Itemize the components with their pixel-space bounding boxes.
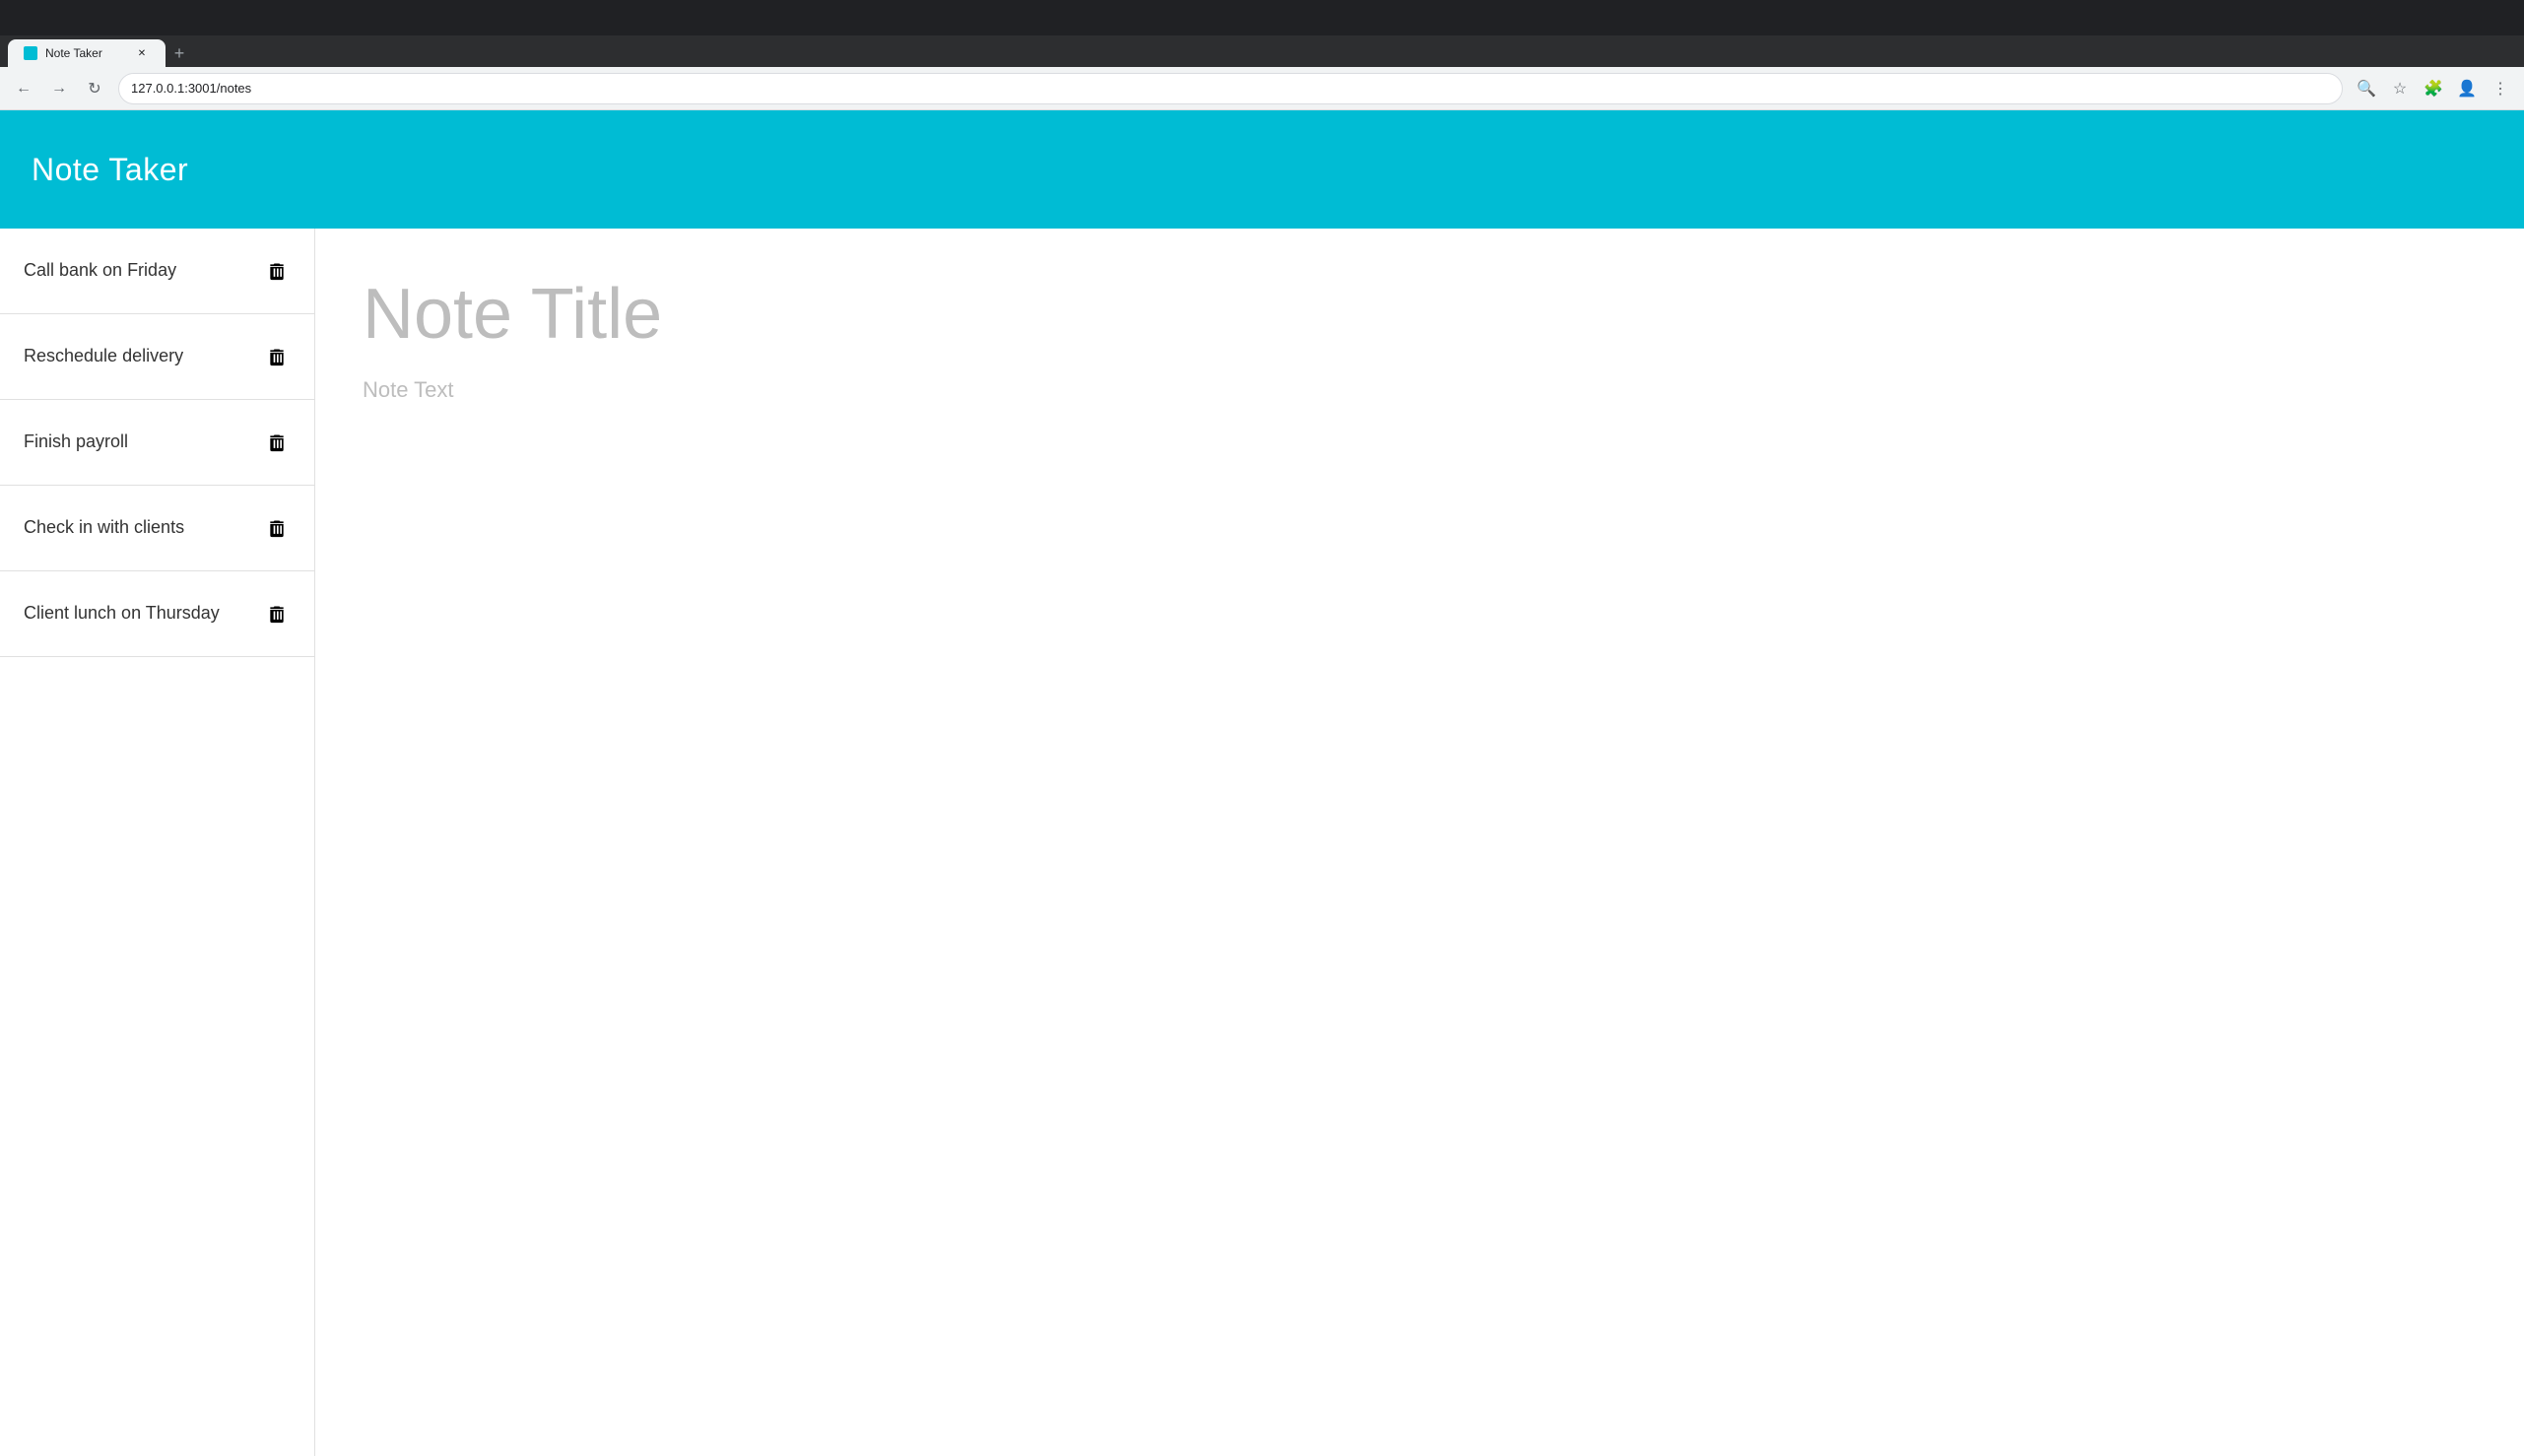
- delete-note-1-button[interactable]: [263, 256, 291, 286]
- reload-button[interactable]: ↻: [79, 73, 110, 104]
- profile-button[interactable]: 👤: [2451, 73, 2483, 104]
- browser-toolbar: ← → ↻ 127.0.0.1:3001/notes 🔍 ☆ 🧩 👤 ⋮: [0, 67, 2524, 110]
- note-title-1: Call bank on Friday: [24, 258, 263, 283]
- new-tab-button[interactable]: +: [166, 39, 193, 67]
- delete-note-3-button[interactable]: [263, 428, 291, 457]
- browser-chrome: [0, 0, 2524, 35]
- browser-tab-bar: Note Taker ✕ +: [0, 35, 2524, 67]
- trash-icon-2: [267, 346, 287, 367]
- delete-note-2-button[interactable]: [263, 342, 291, 371]
- notes-sidebar: Call bank on Friday Reschedule delivery …: [0, 229, 315, 1456]
- app-header: Note Taker: [0, 110, 2524, 229]
- toolbar-right: 🔍 ☆ 🧩 👤 ⋮: [2351, 73, 2516, 104]
- note-title-5: Client lunch on Thursday: [24, 601, 263, 626]
- trash-icon-5: [267, 603, 287, 625]
- active-tab[interactable]: Note Taker ✕: [8, 39, 166, 67]
- app-body: Call bank on Friday Reschedule delivery …: [0, 229, 2524, 1456]
- trash-icon-1: [267, 260, 287, 282]
- url-display: 127.0.0.1:3001/notes: [131, 81, 251, 96]
- trash-icon-3: [267, 431, 287, 453]
- note-title-2: Reschedule delivery: [24, 344, 263, 368]
- note-text-placeholder[interactable]: Note Text: [363, 377, 2477, 403]
- address-bar[interactable]: 127.0.0.1:3001/notes: [118, 73, 2343, 104]
- trash-icon-4: [267, 517, 287, 539]
- delete-note-5-button[interactable]: [263, 599, 291, 629]
- tab-favicon: [24, 46, 37, 60]
- back-button[interactable]: ←: [8, 73, 39, 104]
- note-item-2[interactable]: Reschedule delivery: [0, 314, 314, 400]
- note-item-1[interactable]: Call bank on Friday: [0, 229, 314, 314]
- tab-close-button[interactable]: ✕: [134, 45, 150, 61]
- forward-button[interactable]: →: [43, 73, 75, 104]
- extensions-button[interactable]: 🧩: [2418, 73, 2449, 104]
- note-item-5[interactable]: Client lunch on Thursday: [0, 571, 314, 657]
- note-editor: Note Title Note Text: [315, 229, 2524, 1456]
- note-title-4: Check in with clients: [24, 515, 263, 540]
- delete-note-4-button[interactable]: [263, 513, 291, 543]
- tab-title: Note Taker: [45, 46, 102, 60]
- note-item-3[interactable]: Finish payroll: [0, 400, 314, 486]
- note-title-placeholder[interactable]: Note Title: [363, 276, 2477, 354]
- note-item-4[interactable]: Check in with clients: [0, 486, 314, 571]
- bookmark-button[interactable]: ☆: [2384, 73, 2416, 104]
- app-title: Note Taker: [32, 152, 188, 188]
- menu-button[interactable]: ⋮: [2485, 73, 2516, 104]
- zoom-button[interactable]: 🔍: [2351, 73, 2382, 104]
- note-title-3: Finish payroll: [24, 430, 263, 454]
